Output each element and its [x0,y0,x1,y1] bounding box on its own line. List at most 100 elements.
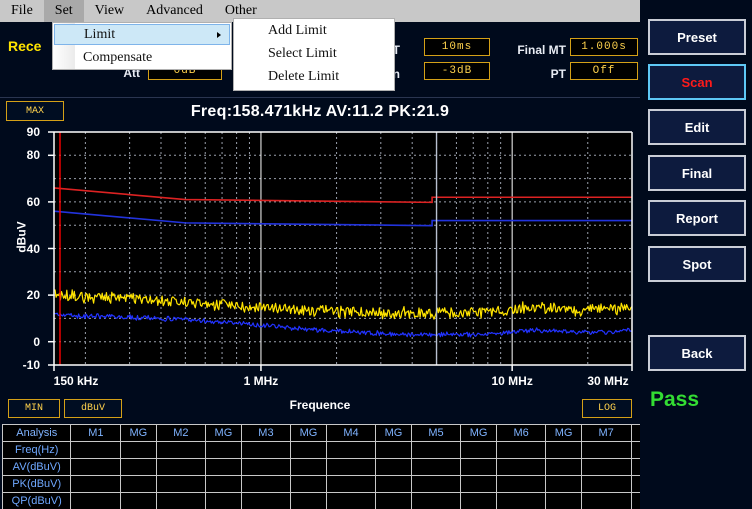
menu-item-add-limit[interactable]: Add Limit [234,19,394,42]
table-cell[interactable] [240,458,292,476]
margin-value[interactable]: -3dB [424,62,490,80]
table-cell[interactable] [120,475,157,493]
table-cell[interactable] [205,458,242,476]
mt-value[interactable]: 10ms [424,38,490,56]
table-cell[interactable] [155,458,207,476]
table-header-m5-9[interactable]: M5 [410,424,462,442]
table-cell[interactable] [70,492,122,509]
edit-button[interactable]: Edit [648,109,746,145]
table-cell[interactable] [495,441,547,459]
table-cell[interactable] [205,492,242,509]
menu-view[interactable]: View [84,0,135,22]
table-header-m2-3[interactable]: M2 [155,424,207,442]
table-cell[interactable] [240,441,292,459]
max-hold-button[interactable]: MAX [6,101,64,121]
table-cell[interactable] [410,475,462,493]
table-cell[interactable] [155,492,207,509]
table-header-mg-2[interactable]: MG [120,424,157,442]
menu-item-limit[interactable]: Limit [54,24,230,45]
table-cell[interactable] [495,475,547,493]
spectrum-plot-svg[interactable] [0,126,640,388]
x-tick-label: 1 MHz [243,374,279,388]
min-button[interactable]: MIN [8,399,60,418]
pt-value[interactable]: Off [570,62,638,80]
table-cell[interactable] [460,492,497,509]
table-cell[interactable] [580,441,632,459]
table-cell[interactable] [375,492,412,509]
table-cell[interactable] [545,458,582,476]
table-cell[interactable] [375,475,412,493]
table-header-mg-6[interactable]: MG [290,424,327,442]
table-cell[interactable] [410,441,462,459]
table-cell[interactable] [70,458,122,476]
table-cell[interactable] [155,441,207,459]
table-cell[interactable] [120,458,157,476]
preset-button[interactable]: Preset [648,19,746,55]
menu-file[interactable]: File [0,0,44,22]
table-header-analysis-0[interactable]: Analysis [1,424,72,442]
table-header-m7-13[interactable]: M7 [580,424,632,442]
table-cell[interactable] [240,492,292,509]
table-header-mg-8[interactable]: MG [375,424,412,442]
table-cell[interactable] [240,475,292,493]
menu-item-delete-limit[interactable]: Delete Limit [234,65,394,88]
scan-button[interactable]: Scan [648,64,746,100]
table-header-mg-12[interactable]: MG [545,424,582,442]
table-header-m6-11[interactable]: M6 [495,424,547,442]
menu-advanced[interactable]: Advanced [135,0,214,22]
table-cell[interactable] [495,458,547,476]
table-cell[interactable] [460,475,497,493]
table-cell[interactable] [580,492,632,509]
back-button[interactable]: Back [648,335,746,371]
table-header-mg-4[interactable]: MG [205,424,242,442]
table-cell[interactable] [545,441,582,459]
set-dropdown-menu: Limit Compensate [52,22,232,70]
table-cell[interactable] [375,458,412,476]
table-cell[interactable] [410,492,462,509]
table-cell[interactable] [325,441,377,459]
table-cell[interactable] [495,492,547,509]
menu-item-add-limit-label: Add Limit [268,22,327,38]
table-cell[interactable] [410,458,462,476]
table-cell[interactable] [375,441,412,459]
table-cell[interactable] [545,492,582,509]
table-cell[interactable] [460,458,497,476]
chart-readout-title: Freq:158.471kHz AV:11.2 PK:21.9 [190,103,450,120]
menu-item-select-limit[interactable]: Select Limit [234,42,394,65]
spot-button[interactable]: Spot [648,246,746,282]
table-cell[interactable] [70,475,122,493]
menu-set[interactable]: Set [43,0,84,22]
table-cell[interactable] [325,475,377,493]
table-cell[interactable] [460,441,497,459]
unit-button[interactable]: dBuV [64,399,122,418]
table-cell[interactable] [580,475,632,493]
table-header-m1-1[interactable]: M1 [70,424,122,442]
table-header-mg-10[interactable]: MG [460,424,497,442]
log-scale-button[interactable]: LOG [582,399,632,418]
table-cell[interactable] [290,475,327,493]
table-cell[interactable] [325,458,377,476]
menu-item-limit-label: Limit [84,26,116,42]
table-cell[interactable] [155,475,207,493]
table-cell[interactable] [70,441,122,459]
final-mt-label: Final MT [517,43,566,57]
final-button[interactable]: Final [648,155,746,191]
function-button-panel: Preset Scan Edit Final Report Spot Back … [640,0,752,509]
table-cell[interactable] [290,441,327,459]
final-mt-value[interactable]: 1.000s [570,38,638,56]
table-cell[interactable] [580,458,632,476]
table-header-m3-5[interactable]: M3 [240,424,292,442]
menu-item-compensate[interactable]: Compensate [53,46,231,69]
table-cell[interactable] [545,475,582,493]
table-header-m4-7[interactable]: M4 [325,424,377,442]
table-cell[interactable] [120,492,157,509]
table-cell[interactable] [325,492,377,509]
receiver-title: Rece [8,38,42,54]
table-cell[interactable] [120,441,157,459]
table-cell[interactable] [205,441,242,459]
table-cell[interactable] [205,475,242,493]
table-cell[interactable] [290,458,327,476]
table-cell[interactable] [290,492,327,509]
table-row-label-2: PK(dBuV) [1,475,72,493]
report-button[interactable]: Report [648,200,746,236]
